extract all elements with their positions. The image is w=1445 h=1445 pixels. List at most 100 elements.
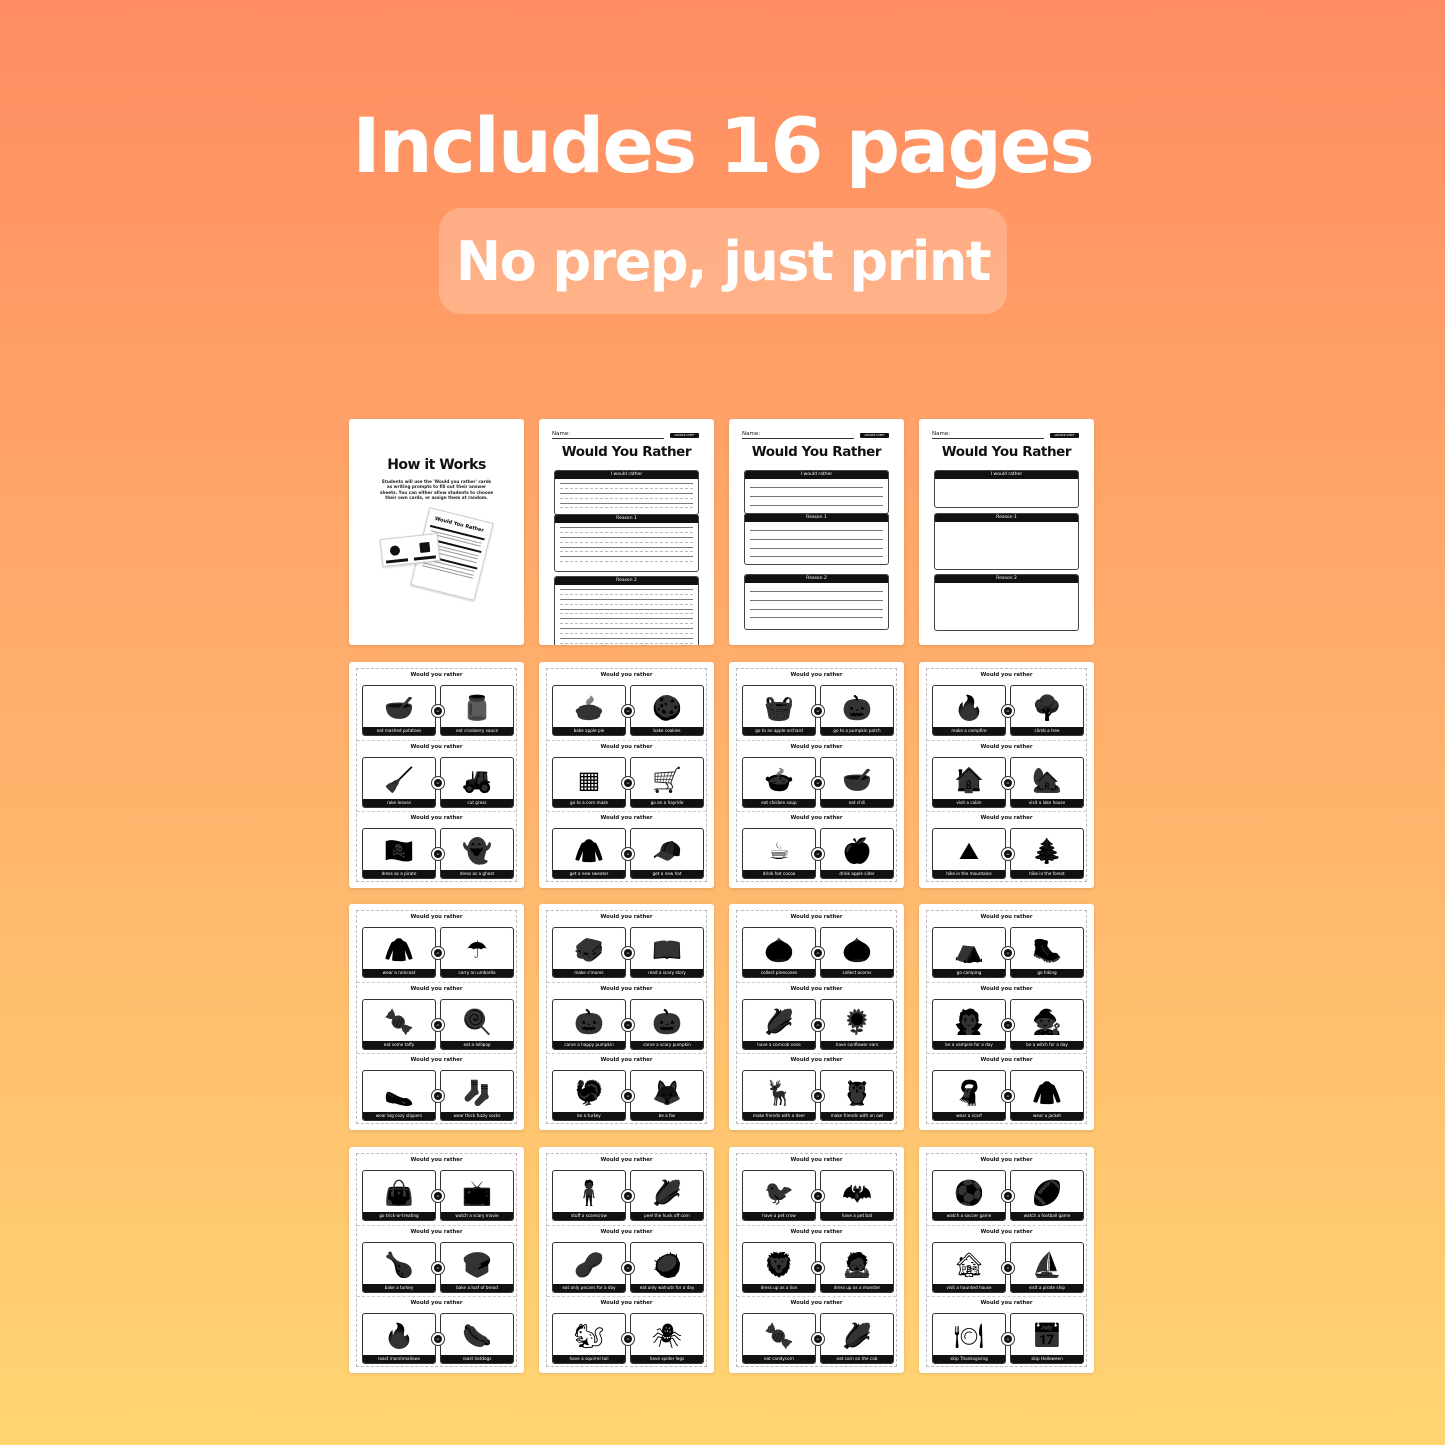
answer-section[interactable]: Reason 1 bbox=[554, 514, 699, 572]
prompt-card[interactable]: 🦇 have a pet bat bbox=[820, 1169, 894, 1221]
prompt-card[interactable]: 🛒 go on a hayride bbox=[630, 756, 704, 808]
prompt-card[interactable]: 🍲 eat chicken soup bbox=[742, 756, 816, 808]
prompt-card[interactable]: 🚜 cut grass bbox=[440, 756, 514, 808]
prompt-card[interactable]: 🌰 collect pinecones bbox=[742, 927, 816, 978]
prompt-card[interactable]: ▦ go to a corn maze bbox=[552, 756, 626, 808]
prompt-card[interactable]: 🥥 eat only walnuts for a day bbox=[630, 1241, 704, 1293]
prompt-card[interactable]: 🧛 be a vampire for a day bbox=[932, 999, 1006, 1050]
prompt-card[interactable]: 🍪 bake cookies bbox=[630, 684, 704, 736]
card-label: roast hotdogs bbox=[441, 1354, 513, 1363]
prompt-card[interactable]: ⚽ watch a soccer game bbox=[932, 1169, 1006, 1221]
answer-section[interactable]: Reason 2 bbox=[744, 574, 889, 630]
question-label: Would you rather bbox=[410, 1156, 463, 1163]
question-label: Would you rather bbox=[790, 1299, 843, 1306]
question-label: Would you rather bbox=[980, 1057, 1033, 1063]
prompt-card[interactable]: 🏡 visit a lake house bbox=[1010, 756, 1084, 808]
prompt-card[interactable]: 🌽 eat corn on the cob bbox=[820, 1312, 894, 1364]
question-label: Would you rather bbox=[410, 1299, 463, 1306]
prompt-card[interactable]: 🌻 have sunflower ears bbox=[820, 999, 894, 1050]
cabin-icon: 🏠 bbox=[954, 765, 984, 794]
prompt-card[interactable]: 🌽 peel the husk off corn bbox=[630, 1169, 704, 1221]
prompt-card[interactable]: 🌽 have a corncob nose bbox=[742, 999, 816, 1050]
prompt-card[interactable]: 🌳 climb a tree bbox=[1010, 684, 1084, 736]
prompt-card[interactable]: 🎃 carve a happy pumpkin bbox=[552, 999, 626, 1050]
prompt-card[interactable]: 📅 skip Halloween bbox=[1010, 1312, 1084, 1364]
prompt-card[interactable]: 🍬 eat candycorn bbox=[742, 1312, 816, 1364]
prompt-card[interactable]: ☕ drink hot cocoa bbox=[742, 827, 816, 879]
answer-section[interactable]: Reason 1 bbox=[934, 513, 1079, 570]
prompt-card[interactable]: 🧟 dress up as a monster bbox=[820, 1241, 894, 1293]
prompt-card[interactable]: ☂ carry an umbrella bbox=[440, 927, 514, 978]
or-badge: or bbox=[811, 1260, 825, 1275]
ghost-icon: 👻 bbox=[462, 836, 492, 865]
prompt-card[interactable]: 🧹 rake leaves bbox=[362, 756, 436, 808]
card-page: Would you rather 🌰 collect pinecones 🌰 c… bbox=[729, 904, 904, 1130]
prompt-card[interactable]: 🏠 visit a cabin bbox=[932, 756, 1006, 808]
prompt-card[interactable]: 🍗 bake a turkey bbox=[362, 1241, 436, 1293]
prompt-card[interactable]: 🐿 have a squirrel tail bbox=[552, 1312, 626, 1364]
prompt-card[interactable]: 🐦 have a pet crow bbox=[742, 1169, 816, 1221]
how-it-works-title: How it Works bbox=[387, 457, 486, 473]
prompt-card[interactable]: 🌰 collect acorns bbox=[820, 927, 894, 978]
answer-section[interactable]: Reason 1 bbox=[744, 513, 889, 565]
prompt-card[interactable]: 🥧 bake apple pie bbox=[552, 684, 626, 736]
prompt-card[interactable]: 🕷 have spider legs bbox=[630, 1312, 704, 1364]
answer-sheet-page: Name: ANSWER SHEET Would You Rather I wo… bbox=[919, 419, 1094, 645]
prompt-card[interactable]: 🍞 bake a loaf of bread bbox=[440, 1241, 514, 1293]
prompt-card[interactable]: 🌭 roast hotdogs bbox=[440, 1312, 514, 1364]
guide-line bbox=[560, 642, 693, 644]
prompt-card[interactable]: 🔥 roast marshmallows bbox=[362, 1312, 436, 1364]
prompt-card[interactable]: 🦌 make friends with a deer bbox=[742, 1070, 816, 1121]
prompt-card[interactable]: 🏴‍☠️ dress as a pirate bbox=[362, 827, 436, 879]
prompt-card[interactable]: 🧥 wear a raincoat bbox=[362, 927, 436, 978]
prompt-card[interactable]: 🔥 make a campfire bbox=[932, 684, 1006, 736]
or-label: or bbox=[624, 706, 632, 715]
prompt-card[interactable]: 👜 go trick-or-treating bbox=[362, 1169, 436, 1221]
prompt-card[interactable]: 🦉 make friends with an owl bbox=[820, 1070, 894, 1121]
prompt-card[interactable]: 🏚 visit a haunted house bbox=[932, 1241, 1006, 1293]
prompt-card[interactable]: 📖 read a scary story bbox=[630, 927, 704, 978]
prompt-card[interactable]: 🥪 make s'mores bbox=[552, 927, 626, 978]
prompt-card[interactable]: 🧢 get a new hat bbox=[630, 827, 704, 879]
prompt-card[interactable]: 🦁 dress up as a lion bbox=[742, 1241, 816, 1293]
prompt-card[interactable]: 🥿 wear big cozy slippers bbox=[362, 1070, 436, 1121]
prompt-card[interactable]: ⛺ go camping bbox=[932, 927, 1006, 978]
prompt-card[interactable]: 📺 watch a scary movie bbox=[440, 1169, 514, 1221]
answer-section[interactable]: Reason 2 bbox=[934, 574, 1079, 631]
prompt-card[interactable]: 🧺 go to an apple orchard bbox=[742, 684, 816, 736]
prompt-card[interactable]: 🦊 be a fox bbox=[630, 1070, 704, 1121]
answer-section[interactable]: I would rather bbox=[744, 470, 889, 514]
answer-sheet-page: Name: ANSWER SHEET Would You Rather I wo… bbox=[729, 419, 904, 645]
or-badge: or bbox=[1001, 703, 1015, 718]
prompt-card[interactable]: 🥜 eat only pecans for a day bbox=[552, 1241, 626, 1293]
prompt-card[interactable]: 🧦 wear thick fuzzy socks bbox=[440, 1070, 514, 1121]
answer-section[interactable]: Reason 2 bbox=[554, 576, 699, 645]
witch-icon: 🧙 bbox=[1032, 1008, 1062, 1036]
prompt-card[interactable]: 🧙 be a witch for a day bbox=[1010, 999, 1084, 1050]
soccer-ball-icon: ⚽ bbox=[954, 1178, 984, 1207]
prompt-card[interactable]: 🧥 get a new sweater bbox=[552, 827, 626, 879]
prompt-card[interactable]: 🥣 eat mashed potatoes bbox=[362, 684, 436, 736]
prompt-card[interactable]: 🍎 drink apple cider bbox=[820, 827, 894, 879]
prompt-card[interactable]: ⛵ visit a pirate ship bbox=[1010, 1241, 1084, 1293]
lawnmower-icon: 🚜 bbox=[462, 765, 492, 794]
prompt-card[interactable]: 🏈 watch a football game bbox=[1010, 1169, 1084, 1221]
prompt-card[interactable]: ⛰ hike in the mountains bbox=[932, 827, 1006, 879]
prompt-card[interactable]: 🎃 go to a pumpkin patch bbox=[820, 684, 894, 736]
card-pair: Would you rather 🌽 have a corncob nose 🌻… bbox=[737, 982, 896, 1053]
prompt-card[interactable]: 🧣 wear a scarf bbox=[932, 1070, 1006, 1121]
answer-section[interactable]: I would rather bbox=[934, 470, 1079, 508]
prompt-card[interactable]: 🥣 eat chili bbox=[820, 756, 894, 808]
prompt-card[interactable]: 🦃 be a turkey bbox=[552, 1070, 626, 1121]
prompt-card[interactable]: 🎃 carve a scary pumpkin bbox=[630, 999, 704, 1050]
prompt-card[interactable]: 🍽 skip Thanksgiving bbox=[932, 1312, 1006, 1364]
prompt-card[interactable]: 🌲 hike in the forest bbox=[1010, 827, 1084, 879]
prompt-card[interactable]: 🧥 wear a jacket bbox=[1010, 1070, 1084, 1121]
prompt-card[interactable]: 🍬 eat some taffy bbox=[362, 999, 436, 1050]
prompt-card[interactable]: 🍭 eat a lollipop bbox=[440, 999, 514, 1050]
prompt-card[interactable]: 🫙 eat cranberry sauce bbox=[440, 684, 514, 736]
answer-section[interactable]: I would rather bbox=[554, 470, 699, 515]
prompt-card[interactable]: 🥾 go hiking bbox=[1010, 927, 1084, 978]
prompt-card[interactable]: 👻 dress as a ghost bbox=[440, 827, 514, 879]
prompt-card[interactable]: 🧍 stuff a scarecrow bbox=[552, 1169, 626, 1221]
